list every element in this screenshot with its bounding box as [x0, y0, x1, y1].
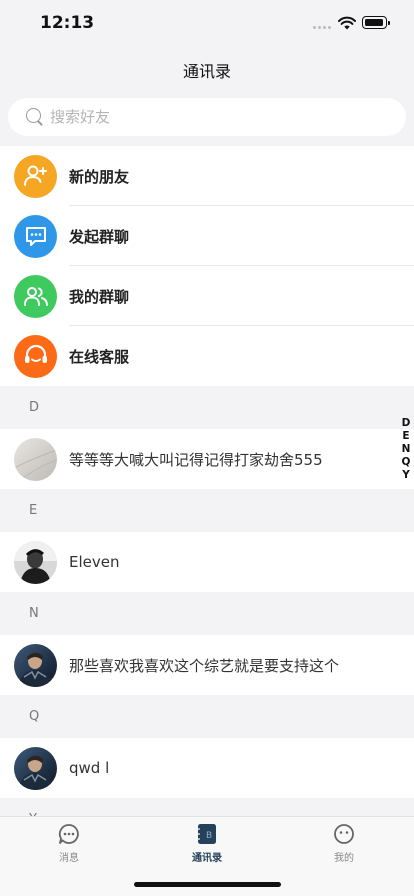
- search-bar[interactable]: [8, 98, 406, 136]
- contact-name: 那些喜欢我喜欢这个综艺就是要支持这个: [69, 656, 340, 675]
- avatar: [14, 643, 57, 687]
- contact-name: 等等等大喊大叫记得记得打家劫舍555: [69, 450, 323, 469]
- section-header-n: N: [0, 592, 414, 635]
- alphabet-index-bar[interactable]: D E N Q Y: [400, 417, 412, 482]
- index-letter-q[interactable]: Q: [402, 456, 411, 469]
- contact-row[interactable]: 那些喜欢我喜欢这个综艺就是要支持这个: [0, 635, 414, 695]
- status-bar: 12:13: [0, 0, 414, 46]
- section-header-d: D: [0, 386, 414, 429]
- tab-profile[interactable]: 我的: [304, 823, 384, 864]
- index-letter-d[interactable]: D: [402, 417, 411, 430]
- tab-messages[interactable]: 消息: [29, 823, 109, 864]
- svg-text:B: B: [206, 831, 212, 841]
- contact-row[interactable]: qwd l: [0, 738, 414, 798]
- wifi-icon: [338, 16, 356, 30]
- tab-contacts-label: 通讯录: [192, 853, 222, 864]
- tab-messages-label: 消息: [59, 853, 79, 864]
- search-input[interactable]: [50, 108, 350, 126]
- customer-service-label: 在线客服: [69, 347, 130, 366]
- tab-profile-label: 我的: [334, 853, 354, 864]
- new-friends-item[interactable]: 新的朋友: [0, 146, 414, 206]
- contact-row[interactable]: 等等等大喊大叫记得记得打家劫舍555: [0, 429, 414, 489]
- index-letter-e[interactable]: E: [402, 430, 409, 443]
- home-indicator: [134, 882, 281, 887]
- avatar: [14, 746, 57, 790]
- tab-contacts[interactable]: B 通讯录: [167, 823, 247, 864]
- contact-name: qwd l: [69, 759, 110, 777]
- headset-icon: [14, 334, 57, 378]
- profile-icon: [334, 824, 354, 844]
- search-icon: [26, 108, 44, 126]
- status-time: 12:13: [40, 13, 95, 33]
- section-header-y: Y: [0, 798, 414, 816]
- contact-name: Eleven: [69, 553, 120, 571]
- contacts-list[interactable]: 新的朋友 发起群聊 我的群聊 在线客服 D 等等等大喊大叫记得记得打家劫舍555…: [0, 146, 414, 816]
- battery-icon: [362, 16, 390, 29]
- group-icon: [14, 274, 57, 318]
- avatar: [14, 540, 57, 584]
- add-friend-icon: [14, 154, 57, 198]
- my-groups-label: 我的群聊: [69, 287, 130, 306]
- contact-row[interactable]: Eleven: [0, 532, 414, 592]
- section-header-q: Q: [0, 695, 414, 738]
- section-header-e: E: [0, 489, 414, 532]
- contacts-icon: B: [198, 824, 216, 844]
- index-letter-y[interactable]: Y: [402, 469, 410, 482]
- chat-bubble-icon: [14, 214, 57, 258]
- new-friends-label: 新的朋友: [69, 167, 130, 186]
- index-letter-n[interactable]: N: [402, 443, 411, 456]
- signal-icon: [313, 26, 333, 30]
- avatar: [14, 437, 57, 481]
- start-group-chat-item[interactable]: 发起群聊: [0, 206, 414, 266]
- page-title: 通讯录: [182, 62, 231, 81]
- start-group-chat-label: 发起群聊: [69, 227, 130, 246]
- message-icon: [58, 824, 79, 844]
- customer-service-item[interactable]: 在线客服: [0, 326, 414, 386]
- my-groups-item[interactable]: 我的群聊: [0, 266, 414, 326]
